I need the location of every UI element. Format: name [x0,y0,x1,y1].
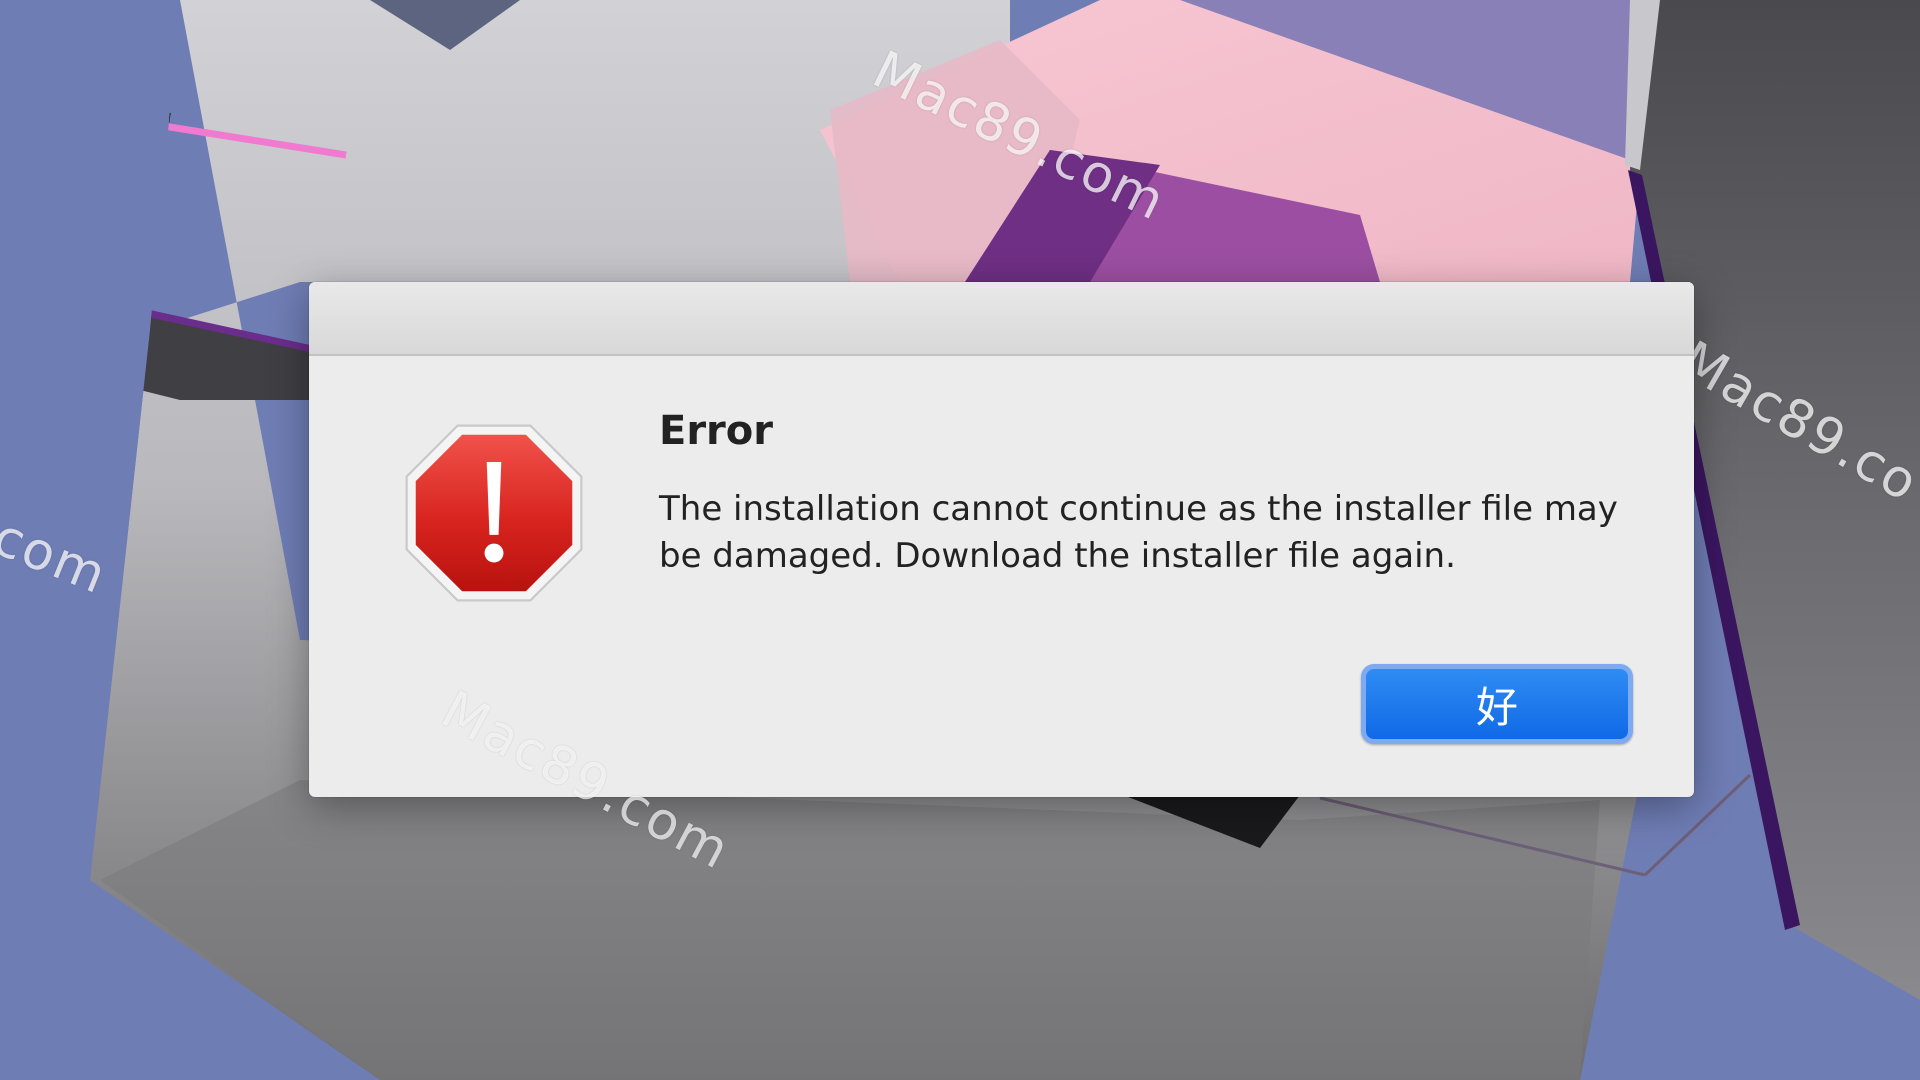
dialog-message: The installation cannot continue as the … [659,489,1618,576]
desktop: Mac89.com Mac89.co .com Error The instal… [0,0,1920,1080]
stop-alert-icon [405,424,583,602]
ok-button[interactable]: 好 [1361,664,1633,744]
dialog-titlebar[interactable] [309,282,1694,356]
dialog-title: Error [659,408,773,454]
